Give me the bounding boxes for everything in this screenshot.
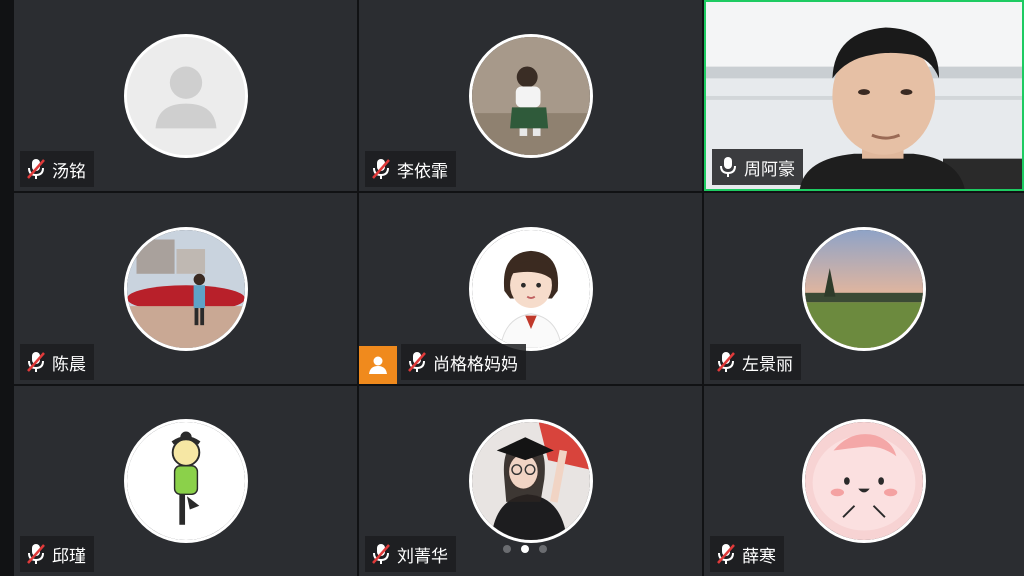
avatar <box>123 226 248 351</box>
name-tag: 刘菁华 <box>365 536 456 572</box>
mic-off-icon <box>372 159 390 179</box>
avatar <box>468 226 593 351</box>
avatar <box>123 419 248 543</box>
avatar <box>468 419 593 543</box>
name-tag: 汤铭 <box>20 151 94 187</box>
mic-off-icon <box>27 159 45 179</box>
mic-off-icon <box>372 544 390 564</box>
name-tag: 邱瑾 <box>20 536 94 572</box>
participant-tile-7[interactable]: 邱瑾 <box>14 386 357 576</box>
person-silhouette-icon <box>126 36 245 155</box>
participant-name: 李依霏 <box>397 161 448 182</box>
avatar <box>468 33 593 158</box>
participant-name: 左景丽 <box>742 354 793 375</box>
page-dot-3[interactable] <box>539 545 547 553</box>
name-tag: 陈晨 <box>20 344 94 380</box>
participant-name: 薛寒 <box>742 546 776 567</box>
page-indicator[interactable] <box>503 545 547 553</box>
video-grid: 汤铭 李依霏 周阿豪 陈晨 尚格格妈妈 左景丽 邱瑾 刘菁华 薛寒 <box>14 0 1024 576</box>
mic-off-icon <box>408 352 426 372</box>
page-dot-1[interactable] <box>503 545 511 553</box>
participant-tile-9[interactable]: 薛寒 <box>704 386 1024 576</box>
avatar <box>802 226 926 351</box>
name-tag: 周阿豪 <box>712 149 803 185</box>
mic-off-icon <box>27 544 45 564</box>
participant-tile-3-active-video[interactable]: 周阿豪 <box>704 0 1024 191</box>
avatar <box>123 33 248 158</box>
participant-name: 尚格格妈妈 <box>433 354 518 375</box>
participant-tile-4[interactable]: 陈晨 <box>14 193 357 384</box>
participant-name: 周阿豪 <box>744 159 795 180</box>
participant-tile-2[interactable]: 李依霏 <box>359 0 702 191</box>
participant-tile-6[interactable]: 左景丽 <box>704 193 1024 384</box>
name-tag: 左景丽 <box>710 344 801 380</box>
participant-tile-5[interactable]: 尚格格妈妈 <box>359 193 702 384</box>
name-tag: 薛寒 <box>710 536 784 572</box>
avatar <box>802 419 926 543</box>
participant-name: 刘菁华 <box>397 546 448 567</box>
name-tag: 尚格格妈妈 <box>401 344 526 380</box>
participant-name: 陈晨 <box>52 354 86 375</box>
name-tag: 李依霏 <box>365 151 456 187</box>
host-badge <box>359 346 397 384</box>
mic-icon <box>720 157 736 177</box>
mic-off-icon <box>717 352 735 372</box>
host-person-icon <box>369 356 387 374</box>
participant-name: 汤铭 <box>52 161 86 182</box>
mic-off-icon <box>717 544 735 564</box>
participant-tile-1[interactable]: 汤铭 <box>14 0 357 191</box>
page-dot-2-active[interactable] <box>521 545 529 553</box>
mic-off-icon <box>27 352 45 372</box>
participant-name: 邱瑾 <box>52 546 86 567</box>
